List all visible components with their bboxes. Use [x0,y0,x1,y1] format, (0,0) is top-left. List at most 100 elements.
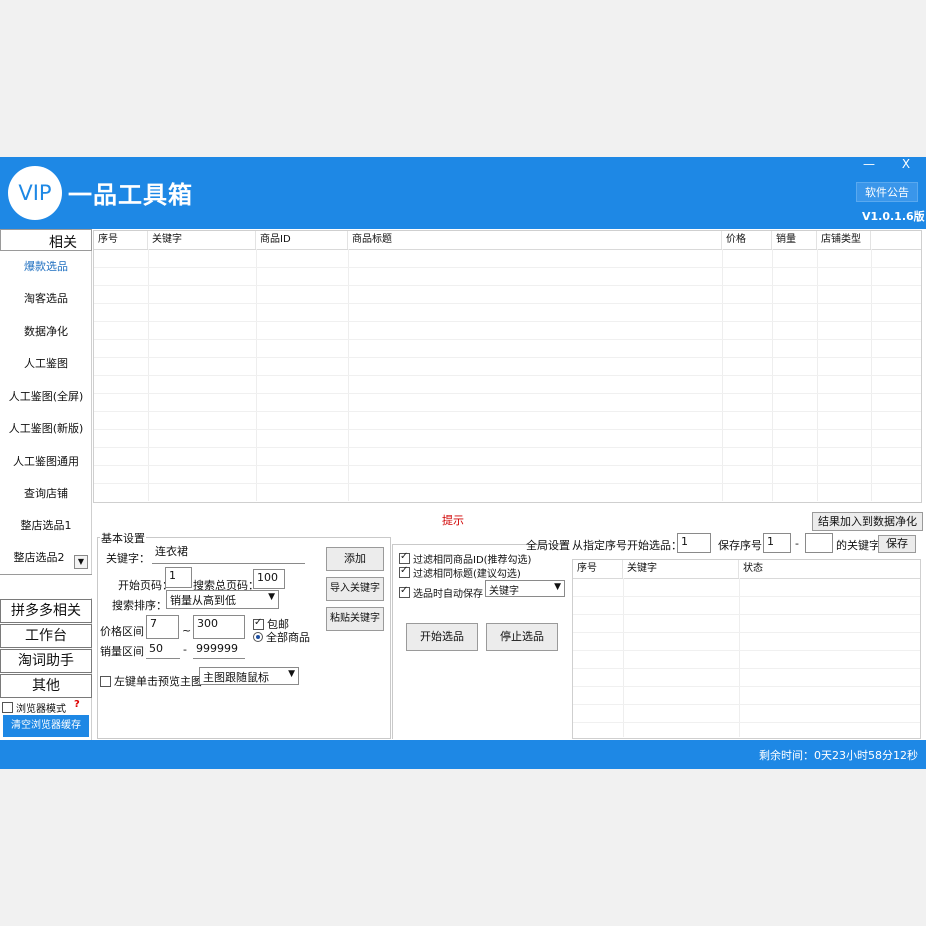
sales-min-input[interactable]: 50 [146,641,180,659]
sidebar-item-data-cleaning[interactable]: 数据净化 [0,322,92,342]
import-keywords-button[interactable]: 导入关键字 [326,577,384,601]
sidebar-category-other[interactable]: 其他 [0,674,92,698]
table-row [573,704,920,705]
table-header-divider [94,249,921,250]
table-row [573,596,920,597]
sidebar-item-manual-image-check-fullscreen[interactable]: 人工鉴图(全屏) [0,387,92,407]
table-row [94,429,921,430]
tip-label: 提示 [442,514,464,527]
title-bar: VIP 一品工具箱 — X 软件公告 V1.0.1.6版 [0,157,926,229]
sales-separator: - [183,643,187,656]
browser-mode-option[interactable]: 浏览器模式 [2,700,66,715]
table-row [573,686,920,687]
chevron-down-icon: ▼ [268,592,275,602]
add-keyword-button[interactable]: 添加 [326,547,384,571]
column-header-price[interactable]: 价格 [722,231,772,249]
sales-max-input[interactable]: 999999 [193,641,245,659]
minimize-button[interactable]: — [858,157,880,171]
grid-line [739,578,740,737]
left-click-preview-option[interactable]: 左键单击预览主图 [100,673,202,689]
sidebar: 相关 爆款选品 淘客选品 数据净化 人工鉴图 人工鉴图(全屏) 人工鉴图(新版)… [0,229,92,740]
column-header-product-title[interactable]: 商品标题 [348,231,722,249]
filter-same-title-checkbox[interactable] [399,565,410,578]
auto-save-option[interactable]: 选品时自动保存 [399,585,483,600]
table-row [94,339,921,340]
browser-mode-checkbox[interactable] [2,702,13,713]
table-row [573,632,920,633]
sidebar-category-pinduoduo[interactable]: 拼多多相关 [0,599,92,623]
sidebar-item-taoke-products[interactable]: 淘客选品 [0,289,92,309]
column-header-keyword[interactable]: 关键字 [148,231,256,249]
price-min-input[interactable]: 7 [146,615,179,639]
save-index-from-input[interactable]: 1 [763,533,791,553]
sidebar-item-hot-products[interactable]: 爆款选品 [0,257,92,277]
keyword-label: 关键字： [106,552,150,565]
table-row [94,303,921,304]
sidebar-item-manual-image-check-new[interactable]: 人工鉴图(新版) [0,419,92,439]
auto-save-checkbox[interactable] [399,585,410,598]
column-header-keyword[interactable]: 关键字 [623,560,739,578]
save-button[interactable]: 保存 [878,535,916,553]
basic-settings-title: 基本设置 [100,530,146,546]
app-title: 一品工具箱 [68,181,193,209]
all-goods-option[interactable]: 全部商品 [253,629,310,645]
sidebar-item-manual-image-check[interactable]: 人工鉴图 [0,354,92,374]
table-header-divider [573,578,920,579]
stop-selection-button[interactable]: 停止选品 [486,623,558,651]
all-goods-radio[interactable] [253,632,263,642]
price-max-input[interactable]: 300 [193,615,245,639]
software-notice-button[interactable]: 软件公告 [856,182,918,202]
auto-save-mode-select[interactable]: 关键字 ▼ [485,580,565,597]
sidebar-category-workbench[interactable]: 工作台 [0,624,92,648]
chevron-down-icon: ▼ [554,582,561,592]
price-separator: ~ [182,624,192,637]
filter-same-title-option[interactable]: 过滤相同标题(建议勾选) [399,565,521,580]
keyword-suffix-label: 的关键字 [836,539,880,552]
grid-line [623,578,624,737]
left-click-preview-checkbox[interactable] [100,675,111,687]
free-shipping-checkbox[interactable] [253,617,264,630]
from-index-input[interactable]: 1 [677,533,711,553]
main-window: VIP 一品工具箱 — X 软件公告 V1.0.1.6版 相关 爆款选品 淘客选… [0,157,926,769]
column-header-sales[interactable]: 销量 [772,231,817,249]
column-header-shop-type[interactable]: 店铺类型 [817,231,871,249]
vip-logo: VIP [8,166,62,220]
paste-keywords-button[interactable]: 粘贴关键字 [326,607,384,631]
clear-browser-cache-button[interactable]: 清空浏览器缓存 [3,715,89,737]
filter-same-id-checkbox[interactable] [399,551,410,564]
table-row [573,650,920,651]
sort-label: 搜索排序： [112,599,167,612]
sidebar-item-query-shop[interactable]: 查询店铺 [0,484,92,504]
start-selection-button[interactable]: 开始选品 [406,623,478,651]
table-row [94,393,921,394]
sidebar-item-shop-products-1[interactable]: 整店选品1 [0,516,92,536]
add-to-data-cleaning-button[interactable]: 结果加入到数据净化 [812,512,923,531]
table-row [94,267,921,268]
keyword-status-table: 序号 关键字 状态 [572,559,921,739]
table-row [94,411,921,412]
column-header-index[interactable]: 序号 [94,231,148,249]
help-icon[interactable]: ? [74,699,80,710]
table-row [94,447,921,448]
status-bar: 剩余时间：0天23小时58分12秒 [0,740,926,769]
keyword-input[interactable]: 连衣裙 [152,542,305,564]
global-settings-title: 全局设置 [526,539,570,552]
sort-select[interactable]: 销量从高到低 ▼ [166,590,279,609]
table-row [94,321,921,322]
sidebar-header[interactable]: 相关 [0,229,92,251]
filter-same-id-option[interactable]: 过滤相同商品ID(推荐勾选) [399,551,531,566]
sidebar-item-manual-image-check-general[interactable]: 人工鉴图通用 [0,452,92,472]
sidebar-divider [0,574,92,598]
table-row [94,357,921,358]
table-row [94,285,921,286]
start-page-input[interactable]: 1 [165,567,192,588]
total-pages-input[interactable]: 100 [253,569,285,589]
column-header-status[interactable]: 状态 [739,560,919,578]
image-mode-select[interactable]: 主图跟随鼠标 ▼ [199,667,299,685]
sidebar-category-keyword-assistant[interactable]: 淘词助手 [0,649,92,673]
column-header-product-id[interactable]: 商品ID [256,231,348,249]
column-header-index[interactable]: 序号 [573,560,623,578]
chevron-down-icon[interactable]: ▼ [74,555,88,569]
close-button[interactable]: X [895,157,917,171]
save-index-to-input[interactable] [805,533,833,553]
